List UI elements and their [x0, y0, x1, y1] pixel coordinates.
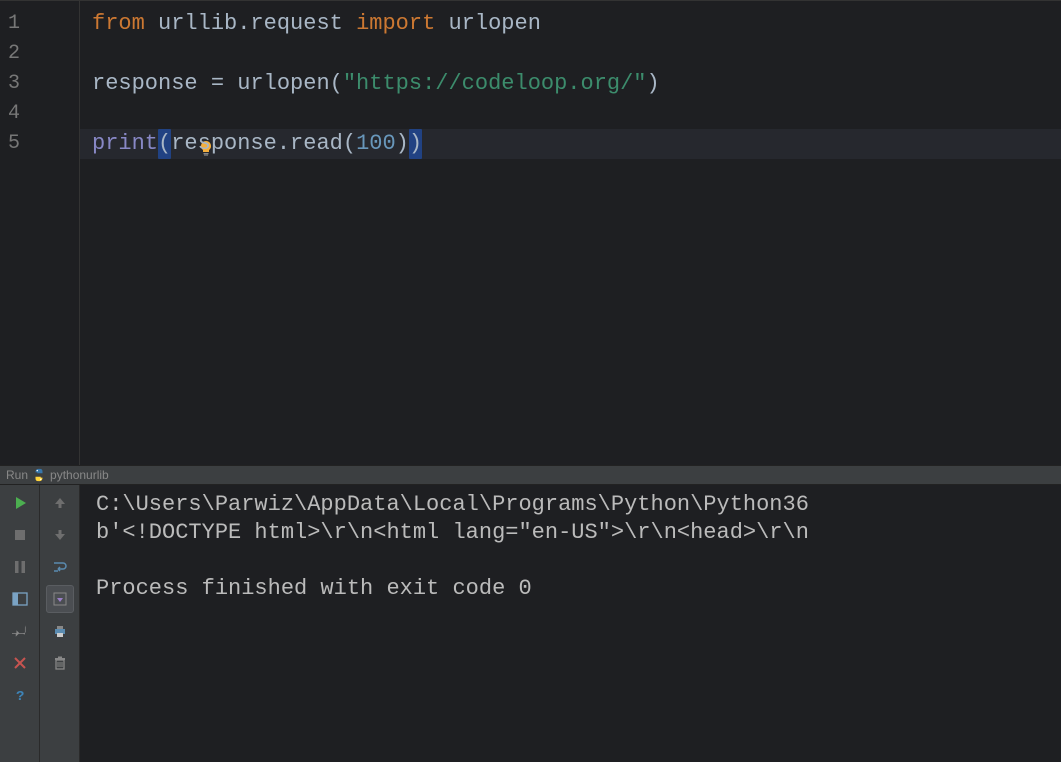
pause-button[interactable]	[6, 553, 34, 581]
scroll-to-end-button[interactable]	[46, 585, 74, 613]
console-line: Process finished with exit code 0	[96, 576, 532, 601]
number: 100	[356, 129, 396, 159]
wrap-button[interactable]	[46, 553, 74, 581]
console-pane: ? C:\Users\Parwiz\AppData\Local\Programs…	[0, 485, 1061, 762]
code-line[interactable]: from urllib.request import urlopen	[92, 9, 1061, 39]
line-gutter: 1 2 3 4 5	[0, 1, 80, 465]
code-editor[interactable]: 1 2 3 4 5 from urllib.request import url…	[0, 0, 1061, 465]
line-number: 5	[0, 129, 79, 159]
console-toolbar-right	[40, 485, 80, 762]
svg-text:?: ?	[16, 689, 24, 703]
down-button[interactable]	[46, 521, 74, 549]
line-number: 4	[0, 99, 79, 129]
stop-button[interactable]	[6, 521, 34, 549]
up-button[interactable]	[46, 489, 74, 517]
console-output[interactable]: C:\Users\Parwiz\AppData\Local\Programs\P…	[80, 485, 1061, 762]
line-number: 3	[0, 69, 79, 99]
keyword: from	[92, 9, 145, 39]
close-button[interactable]	[6, 649, 34, 677]
console-line: b'<!DOCTYPE html>\r\n<html lang="en-US">…	[96, 520, 809, 545]
code-area[interactable]: from urllib.request import urlopen respo…	[80, 1, 1061, 465]
line-number: 2	[0, 39, 79, 69]
bracket-hl: )	[409, 129, 422, 159]
run-label[interactable]: Run	[6, 468, 28, 482]
bracket-hl: (	[158, 129, 171, 159]
identifier: urllib.request	[158, 9, 343, 39]
builtin: print	[92, 129, 158, 159]
code-line[interactable]: response = urlopen("https://codeloop.org…	[92, 69, 1061, 99]
console-toolbar-left: ?	[0, 485, 40, 762]
code-line[interactable]	[92, 39, 1061, 69]
pin-button[interactable]	[6, 617, 34, 645]
run-config-name[interactable]: pythonurlib	[50, 468, 109, 482]
bulb-icon[interactable]	[92, 106, 108, 122]
string: "https://codeloop.org/"	[343, 69, 647, 99]
run-button[interactable]	[6, 489, 34, 517]
run-tab-bar[interactable]: Run pythonurlib	[0, 465, 1061, 485]
identifier: response	[92, 69, 211, 99]
trash-button[interactable]	[46, 649, 74, 677]
layout-button[interactable]	[6, 585, 34, 613]
python-icon	[32, 468, 46, 482]
code-line-current[interactable]: print(response.read(100))	[80, 129, 1061, 159]
keyword: import	[356, 9, 435, 39]
print-button[interactable]	[46, 617, 74, 645]
line-number: 1	[0, 9, 79, 39]
identifier: urlopen	[448, 9, 540, 39]
code-line[interactable]	[92, 99, 1061, 129]
console-line: C:\Users\Parwiz\AppData\Local\Programs\P…	[96, 492, 809, 517]
help-button[interactable]: ?	[6, 681, 34, 709]
